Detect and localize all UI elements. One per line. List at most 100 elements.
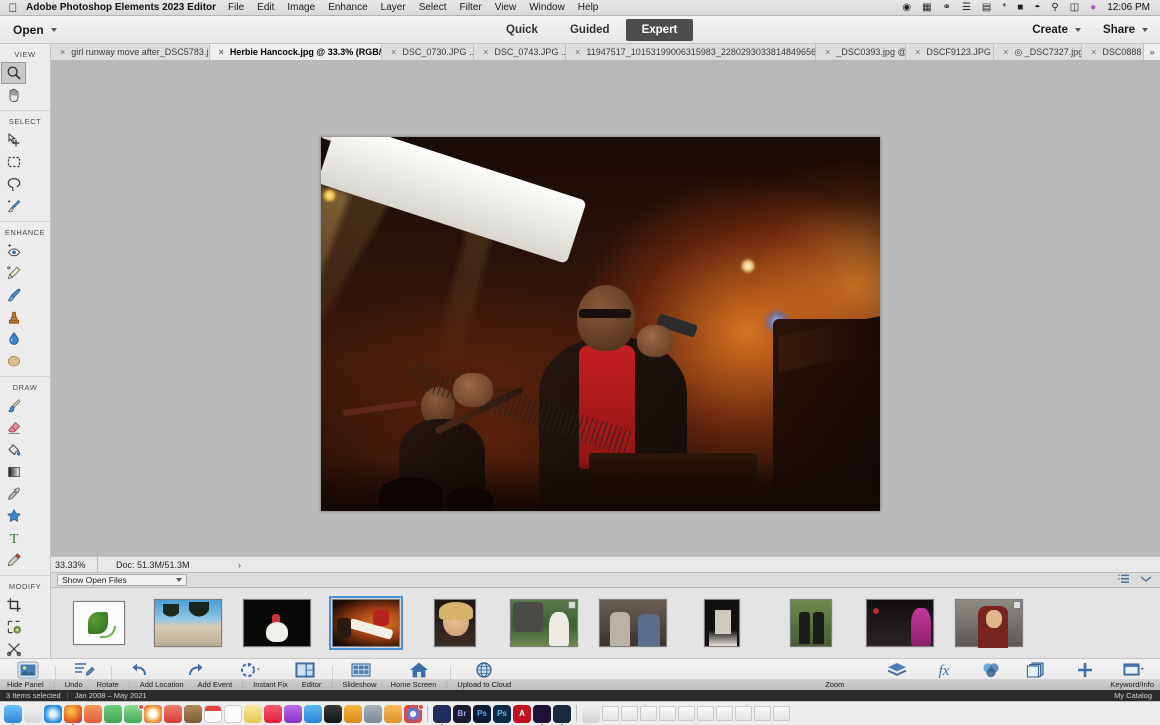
- minimized-window-icon[interactable]: [640, 706, 657, 721]
- instant-fix-button[interactable]: Instant Fix: [246, 680, 295, 689]
- organizer-home-screen-button[interactable]: Home Screen: [384, 680, 444, 689]
- editor-button[interactable]: Editor: [295, 680, 329, 689]
- close-icon[interactable]: ×: [915, 47, 920, 57]
- photo-bin-item[interactable]: [510, 600, 578, 646]
- open-button[interactable]: Open: [13, 23, 57, 37]
- thumb-singer-white-dress[interactable]: [243, 599, 311, 647]
- menu-image[interactable]: Image: [287, 2, 315, 13]
- bin-options-icon[interactable]: [1118, 571, 1130, 589]
- tv-icon[interactable]: [324, 705, 342, 723]
- calendar-icon[interactable]: [204, 705, 222, 723]
- sponge-tool[interactable]: [1, 350, 26, 372]
- clone-stamp-tool[interactable]: [1, 306, 26, 328]
- podcasts-icon[interactable]: [284, 705, 302, 723]
- mail-icon[interactable]: [104, 705, 122, 723]
- thumb-green-sprout[interactable]: [73, 601, 125, 645]
- menu-help[interactable]: Help: [578, 2, 599, 13]
- lasso-tool[interactable]: [1, 173, 26, 195]
- menu-select[interactable]: Select: [419, 2, 447, 13]
- tab-quick[interactable]: Quick: [490, 19, 554, 41]
- blur-tool[interactable]: [1, 328, 26, 350]
- chevron-double-down-icon[interactable]: [1140, 571, 1152, 589]
- brush-tool[interactable]: [1, 395, 26, 417]
- battery-box-icon[interactable]: ▤: [982, 3, 991, 13]
- photo-bin-item[interactable]: [154, 600, 222, 646]
- battery-icon[interactable]: ■: [1017, 3, 1023, 13]
- photo-bin[interactable]: [51, 588, 1160, 658]
- notes-icon[interactable]: [184, 705, 202, 723]
- bridge-icon[interactable]: Br: [453, 705, 471, 723]
- menu-view[interactable]: View: [495, 2, 517, 13]
- custom-shape-tool[interactable]: [1, 505, 26, 527]
- recompose-tool[interactable]: [1, 638, 26, 660]
- reminders-icon[interactable]: [224, 705, 242, 723]
- document-image[interactable]: [321, 137, 880, 511]
- document-tab[interactable]: × DSC_0730.JPG ...: [382, 44, 474, 60]
- thumb-herbie-hancock-keytar[interactable]: [332, 599, 400, 647]
- keyword-info-button[interactable]: Keyword/Info: [1110, 680, 1160, 689]
- app-store-icon[interactable]: [164, 705, 182, 723]
- photo-bin-item[interactable]: [65, 600, 133, 646]
- close-icon[interactable]: ×: [1091, 47, 1096, 57]
- hand-tool[interactable]: [1, 84, 26, 106]
- photo-bin-item[interactable]: [599, 600, 667, 646]
- launchpad-icon[interactable]: [24, 705, 42, 723]
- messages-icon[interactable]: [84, 705, 102, 723]
- photos-icon[interactable]: [144, 705, 162, 723]
- eraser-tool[interactable]: [1, 417, 26, 439]
- paint-bucket-tool[interactable]: [1, 439, 26, 461]
- document-tab[interactable]: × ◎ _DSC7327.jpg ...: [994, 44, 1082, 60]
- appstore-blue-icon[interactable]: [304, 705, 322, 723]
- share-button[interactable]: Share: [1103, 24, 1148, 36]
- close-icon[interactable]: ×: [575, 47, 580, 57]
- menu-file[interactable]: File: [228, 2, 244, 13]
- safari-icon[interactable]: [44, 705, 62, 723]
- thumb-wedding-couple[interactable]: [510, 599, 578, 647]
- wifi-icon[interactable]: ◓: [1034, 3, 1040, 13]
- photo-bin-filter-select[interactable]: Show Open Files: [57, 574, 187, 586]
- stack-icon[interactable]: ☰: [962, 3, 971, 13]
- bluetooth-icon[interactable]: *: [1002, 3, 1006, 13]
- color-picker-tool[interactable]: [1, 483, 26, 505]
- thumb-two-women-garden[interactable]: [790, 599, 832, 647]
- tabs-overflow-button[interactable]: »: [1144, 44, 1160, 60]
- minimized-window-icon[interactable]: [697, 706, 714, 721]
- slideshow-button[interactable]: Slideshow: [335, 680, 383, 689]
- acrobat-icon[interactable]: A: [513, 705, 531, 723]
- minimized-window-icon[interactable]: [621, 706, 638, 721]
- menu-edit[interactable]: Edit: [257, 2, 274, 13]
- maps-icon[interactable]: [124, 705, 142, 723]
- chrome-icon[interactable]: [404, 705, 422, 723]
- music-icon[interactable]: [264, 705, 282, 723]
- thumb-street-style-pair[interactable]: [599, 599, 667, 647]
- menu-window[interactable]: Window: [529, 2, 565, 13]
- document-tab[interactable]: × DSC0888: [1082, 44, 1144, 60]
- photo-bin-item[interactable]: [421, 600, 489, 646]
- pages-icon[interactable]: [384, 705, 402, 723]
- photo-bin-item[interactable]: [866, 600, 934, 646]
- shield-icon[interactable]: ⚭: [943, 3, 951, 13]
- spot-healing-brush-tool[interactable]: [1, 262, 26, 284]
- thumb-runway-model[interactable]: [704, 599, 740, 647]
- status-expand-icon[interactable]: ›: [238, 560, 241, 570]
- minimized-window-icon[interactable]: [659, 706, 676, 721]
- menu-bar-clock[interactable]: 12:06 PM: [1107, 2, 1150, 13]
- display-icon[interactable]: ▦: [922, 3, 931, 13]
- camera-icon[interactable]: ◉: [902, 3, 911, 13]
- firefox-icon[interactable]: [64, 705, 82, 723]
- zoom-tool[interactable]: [1, 62, 26, 84]
- move-tool[interactable]: [1, 129, 26, 151]
- photoshop-icon[interactable]: Ps: [473, 705, 491, 723]
- thumb-blonde-portrait[interactable]: [434, 599, 476, 647]
- quick-selection-tool[interactable]: [1, 195, 26, 217]
- minimized-window-icon[interactable]: [582, 705, 600, 723]
- minimized-window-icon[interactable]: [602, 706, 619, 721]
- menu-enhance[interactable]: Enhance: [328, 2, 367, 13]
- minimized-window-icon[interactable]: [735, 706, 752, 721]
- close-icon[interactable]: ×: [391, 47, 396, 57]
- minimized-window-icon[interactable]: [773, 706, 790, 721]
- numbers-icon[interactable]: [344, 705, 362, 723]
- organizer-undo-button[interactable]: Undo: [58, 680, 90, 689]
- minimized-window-icon[interactable]: [754, 706, 771, 721]
- document-tab[interactable]: × 11947517_10153199006315983_22802930338…: [566, 44, 816, 60]
